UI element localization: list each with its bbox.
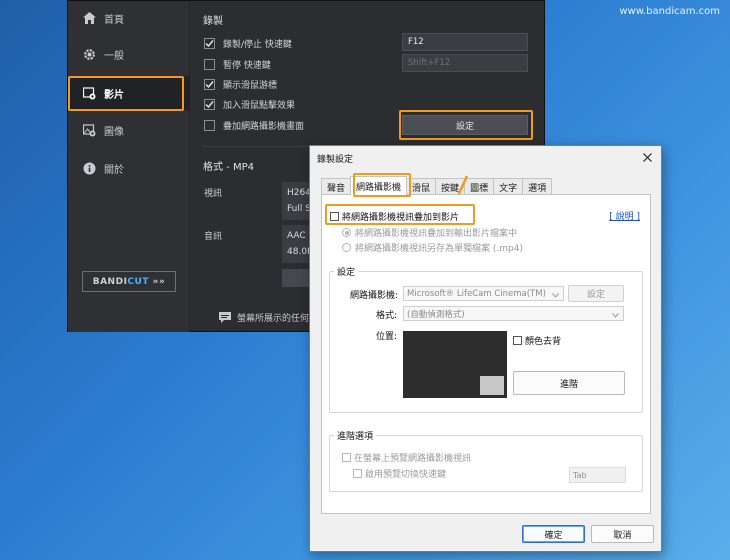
format-label: 格式: <box>376 311 398 321</box>
option-record-hotkey[interactable]: 錄製/停止 快速鍵 <box>204 37 292 50</box>
footer-hint-text: 螢幕所展示的任何 <box>237 314 310 324</box>
option-label: 疊加網路攝影機畫面 <box>223 122 305 132</box>
record-hotkey-checkbox[interactable] <box>204 38 215 49</box>
webcam-device-select[interactable]: Microsoft® LifeCam Cinema(TM) <box>403 286 564 301</box>
preview-webcam-checkbox[interactable] <box>342 453 351 462</box>
sidebar-item-label: 圖像 <box>104 126 124 138</box>
image-settings-icon <box>82 123 96 137</box>
ok-button[interactable]: 確定 <box>522 525 585 543</box>
chevron-down-icon <box>552 291 559 301</box>
option-label: 加入滑鼠點擊效果 <box>223 101 296 111</box>
position-preview[interactable] <box>403 331 507 398</box>
position-label: 位置: <box>376 332 398 342</box>
preview-hotkey-field[interactable]: Tab <box>569 467 626 483</box>
dialog-title: 錄製設定 <box>317 155 354 165</box>
webcam-position-marker[interactable] <box>480 376 504 395</box>
option-label: 顯示滑鼠游標 <box>223 81 278 91</box>
show-cursor-checkbox[interactable] <box>204 79 215 90</box>
sidebar-item-label: 首頁 <box>104 14 124 26</box>
preview-hotkey-option[interactable]: 啟用預覽切換快速鍵 <box>353 467 446 480</box>
chroma-key-checkbox[interactable] <box>513 336 522 345</box>
pause-hotkey-field[interactable]: Shift+F12 <box>402 54 528 72</box>
sidebar-item-label: 關於 <box>104 164 124 176</box>
option-pause-hotkey[interactable]: 暫停 快速鍵 <box>204 58 271 71</box>
sidebar-item-image[interactable]: 圖像 <box>68 113 190 147</box>
advanced-group-title: 進階選項 <box>334 429 377 442</box>
bandicut-arrows: »» <box>152 276 166 287</box>
record-hotkey-field[interactable]: F12 <box>402 33 528 51</box>
webcam-tab-highlight <box>353 173 411 197</box>
radio-label: 將網路攝影機視訊疊加到輸出影片檔案中 <box>355 229 518 239</box>
sidebar: 首頁 一般 影片 圖像 關於 BANDI CUT »» <box>68 1 190 332</box>
webcam-device-label: 網路攝影機: <box>350 288 398 301</box>
recording-section-title: 錄製 <box>203 16 223 27</box>
sidebar-item-label: 一般 <box>104 50 124 62</box>
sidebar-item-about[interactable]: 關於 <box>68 151 190 185</box>
webcam-tab-panel: 將網路攝影機視訊疊加到影片 [ 說明 ] 將網路攝影機視訊疊加到輸出影片檔案中 … <box>321 194 651 514</box>
chroma-key-label: 顏色去背 <box>525 337 562 347</box>
help-link[interactable]: [ 說明 ] <box>609 209 640 222</box>
pause-hotkey-checkbox[interactable] <box>204 59 215 70</box>
settings-button-highlight <box>399 110 533 140</box>
radio-overlay-into-output[interactable]: 將網路攝影機視訊疊加到輸出影片檔案中 <box>342 226 517 239</box>
info-icon <box>82 161 96 175</box>
option-click-effect[interactable]: 加入滑鼠點擊效果 <box>204 98 295 111</box>
chevron-down-icon <box>612 311 619 321</box>
option-label: 暫停 快速鍵 <box>223 61 271 71</box>
tab-options[interactable]: 選項 <box>522 178 553 195</box>
format-select[interactable]: (自動偵測格式) <box>403 306 624 321</box>
bandicut-text-b: CUT <box>127 276 149 287</box>
option-label: 錄製/停止 快速鍵 <box>223 40 292 50</box>
webcam-label: 網路攝影機: <box>350 291 399 301</box>
chat-icon <box>219 312 231 323</box>
recording-settings-dialog: 錄製設定 聲音 網路攝影機 滑鼠 按鍵 圖標 文字 選項 將網路攝影機視訊疊加到… <box>309 145 662 552</box>
video-label: 視訊 <box>204 189 223 199</box>
radio-label: 將網路攝影機視訊另存為單獨檔案 (.mp4) <box>355 244 523 254</box>
radio-button[interactable] <box>342 228 351 237</box>
format-value: (自動偵測格式) <box>407 309 465 320</box>
advanced-button[interactable]: 進階 <box>513 371 625 395</box>
settings-group-title: 設定 <box>334 265 359 278</box>
preview-webcam-option[interactable]: 在螢幕上預覽網路攝影機視訊 <box>342 451 471 464</box>
chroma-key-option[interactable]: 顏色去背 <box>513 334 561 347</box>
tab-text[interactable]: 文字 <box>493 178 524 195</box>
tab-audio[interactable]: 聲音 <box>321 178 352 195</box>
option-webcam-overlay[interactable]: 疊加網路攝影機畫面 <box>204 119 304 132</box>
preview-webcam-label: 在螢幕上預覽網路攝影機視訊 <box>354 454 472 464</box>
preview-hotkey-checkbox[interactable] <box>353 469 362 478</box>
click-effect-checkbox[interactable] <box>204 99 215 110</box>
sidebar-item-general[interactable]: 一般 <box>68 37 190 71</box>
watermark: www.bandicam.com <box>619 6 720 17</box>
webcam-device-value: Microsoft® LifeCam Cinema(TM) <box>407 288 546 299</box>
position-row-label: 位置: <box>376 329 397 342</box>
format-section-title: 格式 - MP4 <box>203 162 254 173</box>
gear-icon <box>82 47 96 61</box>
radio-button[interactable] <box>342 243 351 252</box>
audio-label: 音訊 <box>204 232 223 242</box>
home-icon <box>82 11 96 25</box>
video-nav-highlight <box>68 76 184 111</box>
overlay-option-highlight <box>325 204 475 225</box>
webcam-settings-button[interactable]: 設定 <box>568 285 624 302</box>
cancel-button[interactable]: 取消 <box>591 525 654 543</box>
webcam-overlay-checkbox[interactable] <box>204 120 215 131</box>
sidebar-item-home[interactable]: 首頁 <box>68 1 190 35</box>
close-icon[interactable] <box>639 149 655 165</box>
preview-hotkey-label: 啟用預覽切換快速鍵 <box>365 470 447 480</box>
option-show-cursor[interactable]: 顯示滑鼠游標 <box>204 78 277 91</box>
format-row-label: 格式: <box>376 308 397 321</box>
bandicut-text-a: BANDI <box>92 276 128 287</box>
footer-hint: 螢幕所展示的任何 <box>219 311 309 324</box>
radio-save-separate[interactable]: 將網路攝影機視訊另存為單獨檔案 (.mp4) <box>342 241 523 254</box>
bandicut-button[interactable]: BANDI CUT »» <box>82 271 176 292</box>
